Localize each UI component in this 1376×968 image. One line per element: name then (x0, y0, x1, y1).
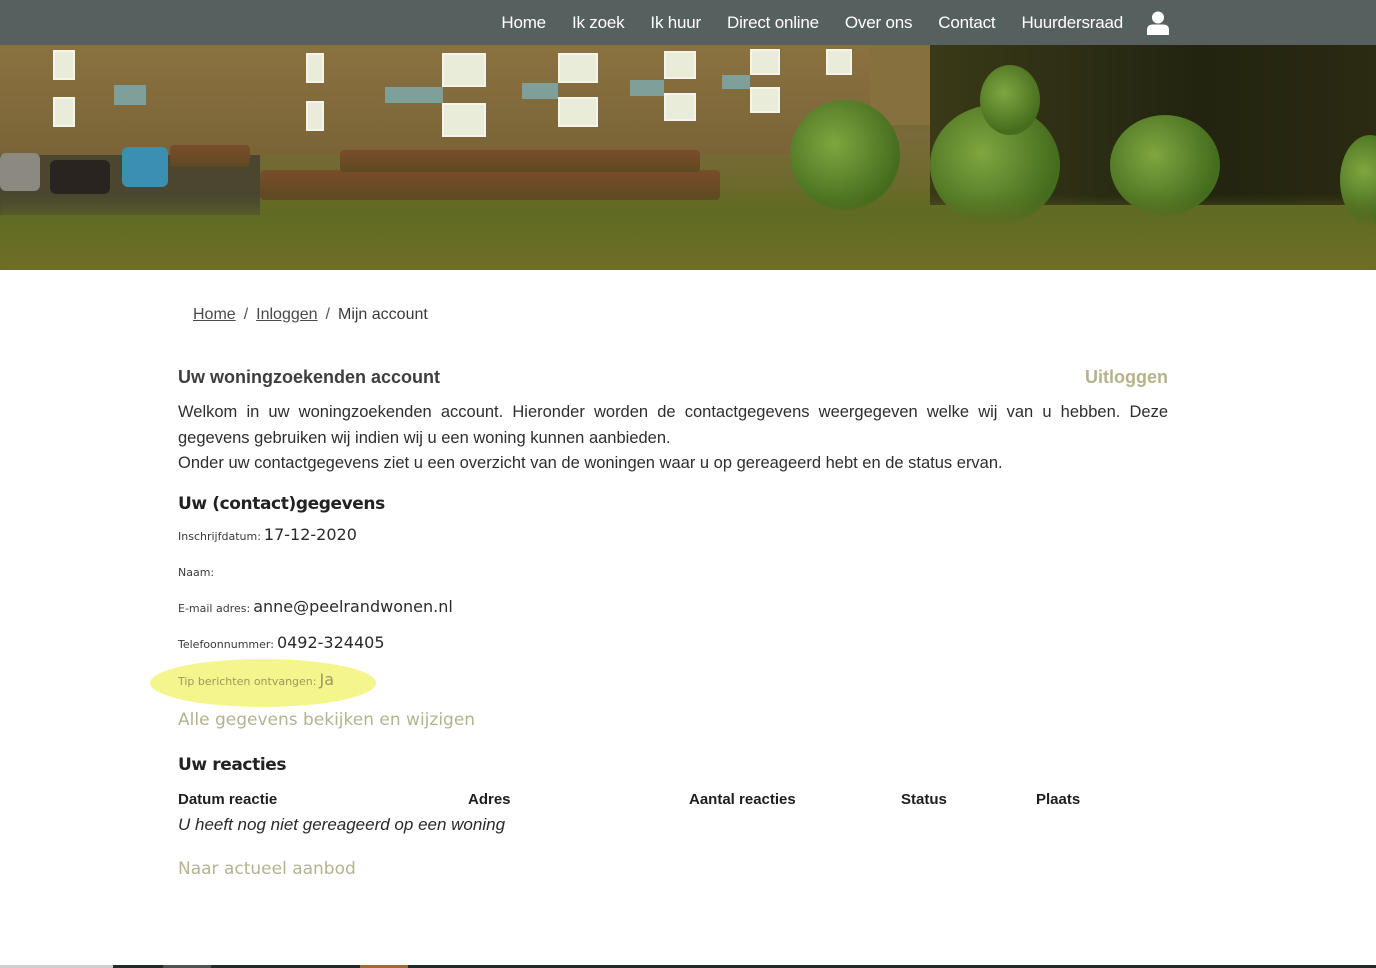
field-label: Inschrijfdatum: (178, 530, 261, 543)
hero-car (0, 153, 40, 191)
nav-item-ik-huur[interactable]: Ik huur (650, 13, 701, 33)
breadcrumb-separator: / (325, 306, 330, 323)
field-label: Naam: (178, 566, 215, 579)
intro-paragraph: Onder uw contactgegevens ziet u een over… (178, 454, 1003, 472)
field-value: 17-12-2020 (263, 525, 357, 544)
logout-link[interactable]: Uitloggen (1085, 367, 1168, 388)
field-telefoonnummer: Telefoonnummer: 0492-324405 (178, 633, 385, 652)
field-value: anne@peelrandwonen.nl (253, 597, 453, 616)
column-header-datum: Datum reactie (178, 791, 278, 808)
hero-window (750, 49, 780, 75)
breadcrumb-inloggen[interactable]: Inloggen (256, 306, 317, 323)
nav-item-contact[interactable]: Contact (938, 13, 995, 33)
hero-window (558, 97, 598, 127)
hero-window (53, 50, 75, 80)
hero-balcony (722, 75, 750, 89)
hero-balcony (630, 80, 664, 96)
breadcrumb-home[interactable]: Home (193, 306, 236, 323)
hero-window (306, 101, 324, 131)
page-title: Uw woningzoekenden account (178, 367, 441, 387)
empty-reactions-message: U heeft nog niet gereageerd op een wonin… (178, 815, 506, 834)
hero-window (306, 53, 324, 83)
field-value: 0492-324405 (276, 633, 385, 652)
hero-foreground-blur (0, 195, 1376, 270)
field-inschrijfdatum: Inschrijfdatum: 17-12-2020 (178, 525, 357, 544)
hero-window (664, 51, 696, 79)
nav-item-over-ons[interactable]: Over ons (845, 13, 913, 33)
edit-details-link[interactable]: Alle gegevens bekijken en wijzigen (178, 710, 475, 730)
field-tip-berichten: Tip berichten ontvangen: Ja (178, 670, 334, 689)
hero-tree (790, 100, 900, 210)
field-label: Telefoonnummer: (178, 638, 274, 651)
hero-balcony (114, 85, 146, 105)
current-offer-link[interactable]: Naar actueel aanbod (178, 859, 356, 879)
nav-item-direct-online[interactable]: Direct online (727, 13, 819, 33)
field-value: Ja (319, 670, 335, 689)
hero-car (122, 147, 168, 187)
hero-window (53, 97, 75, 127)
breadcrumb-separator: / (243, 306, 249, 323)
reactions-section-title: Uw reacties (178, 755, 287, 775)
field-label: Tip berichten ontvangen: (178, 675, 317, 688)
hero-window (442, 103, 486, 137)
field-naam: Naam: (178, 561, 217, 580)
hero-balcony (385, 87, 443, 103)
top-navigation: Home Ik zoek Ik huur Direct online Over … (0, 0, 1376, 45)
hero-window (442, 53, 486, 87)
reactions-table-header: Datum reactie Adres Aantal reacties Stat… (178, 791, 1168, 811)
column-header-aantal: Aantal reacties (689, 791, 796, 808)
nav-item-home[interactable]: Home (501, 13, 546, 33)
intro-text: Welkom in uw woningzoekenden account. Hi… (178, 400, 1168, 477)
user-icon[interactable] (1147, 11, 1169, 35)
hero-hedge (170, 145, 250, 167)
field-email: E-mail adres: anne@peelrandwonen.nl (178, 597, 453, 616)
hero-window (826, 49, 852, 75)
field-label: E-mail adres: (178, 602, 251, 615)
hero-banner-image (0, 45, 1376, 270)
hero-tree (980, 65, 1040, 135)
column-header-plaats: Plaats (1036, 791, 1081, 808)
hero-balcony (522, 83, 558, 99)
contact-section-title: Uw (contact)gegevens (178, 494, 385, 514)
nav-item-huurdersraad[interactable]: Huurdersraad (1021, 13, 1123, 33)
nav-item-ik-zoek[interactable]: Ik zoek (572, 13, 625, 33)
hero-car (50, 160, 110, 194)
hero-window (750, 87, 780, 113)
hero-hedge (340, 150, 700, 172)
hero-window (558, 53, 598, 83)
column-header-status: Status (901, 791, 947, 808)
breadcrumb: Home / Inloggen / Mijn account (193, 306, 428, 324)
hero-window (664, 93, 696, 121)
intro-paragraph: Welkom in uw woningzoekenden account. Hi… (178, 403, 1168, 447)
column-header-adres: Adres (468, 791, 511, 808)
breadcrumb-current: Mijn account (337, 306, 428, 323)
